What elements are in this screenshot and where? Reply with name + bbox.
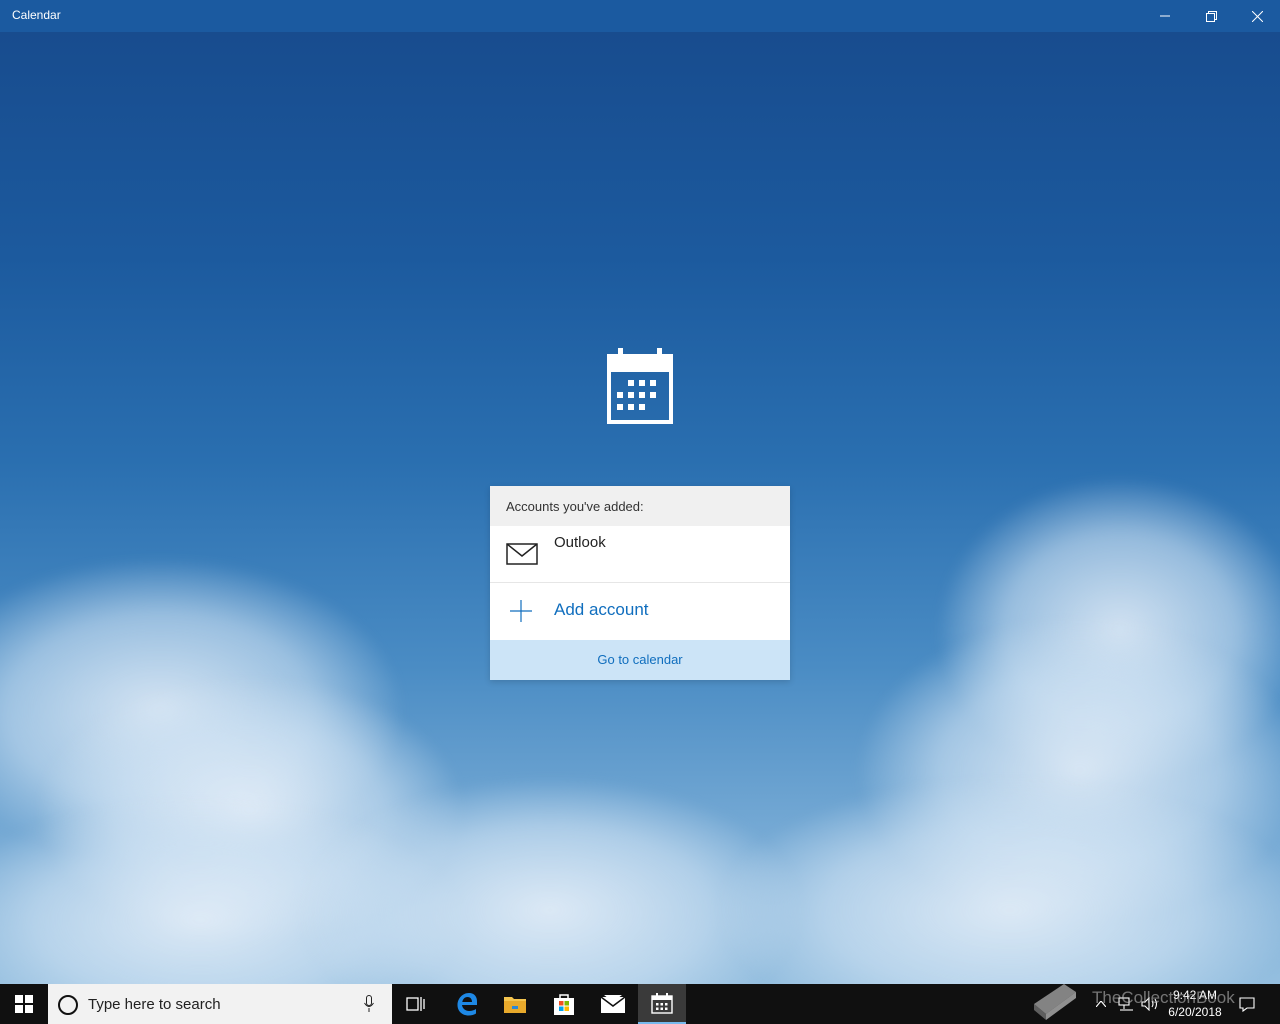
minimize-button[interactable] (1142, 0, 1188, 32)
title-bar: Calendar (0, 0, 1280, 32)
task-view-button[interactable] (392, 984, 440, 1024)
accounts-header: Accounts you've added: (490, 486, 790, 526)
add-account-button[interactable]: Add account (490, 583, 790, 639)
edge-icon (457, 993, 478, 1016)
add-account-label: Add account (554, 600, 649, 619)
file-explorer-icon (504, 997, 526, 1013)
store-button[interactable] (540, 984, 588, 1024)
mail-app-button[interactable] (589, 984, 637, 1024)
edge-button[interactable] (443, 984, 491, 1024)
accounts-panel: Accounts you've added: Outlook Add accou… (490, 486, 790, 680)
plus-icon (510, 600, 532, 622)
minimize-icon (1160, 15, 1170, 17)
close-icon (1251, 10, 1263, 22)
calendar-app-button[interactable] (638, 984, 686, 1024)
go-to-calendar-button[interactable]: Go to calendar (490, 640, 790, 680)
start-button[interactable] (0, 984, 48, 1024)
mail-icon (506, 543, 538, 565)
book-watermark-icon (1034, 984, 1076, 1020)
notification-icon (1239, 996, 1255, 1012)
desktop-background: Calendar Accounts you've added: Outlook … (0, 0, 1280, 1024)
restore-button[interactable] (1188, 0, 1234, 32)
restore-icon (1205, 10, 1217, 22)
calendar-app-icon (607, 348, 673, 424)
store-icon (554, 994, 574, 1015)
taskbar: Type here to search 9:42 AM 6/20/2018 (0, 984, 1280, 1024)
search-placeholder: Type here to search (88, 996, 221, 1013)
cortana-icon (58, 995, 78, 1015)
close-button[interactable] (1234, 0, 1280, 32)
microphone-icon[interactable] (364, 995, 374, 1013)
file-explorer-button[interactable] (491, 984, 539, 1024)
window-title: Calendar (12, 8, 61, 22)
task-view-icon (406, 997, 425, 1011)
watermark-text: TheCollectionBook (1092, 988, 1235, 1007)
mail-icon (600, 995, 626, 1013)
calendar-icon (651, 993, 673, 1014)
search-box[interactable]: Type here to search (48, 984, 392, 1024)
account-name: Outlook (554, 534, 606, 551)
windows-logo-icon (15, 995, 33, 1013)
action-center-button[interactable] (1232, 984, 1262, 1024)
account-item-outlook[interactable]: Outlook (490, 526, 790, 583)
